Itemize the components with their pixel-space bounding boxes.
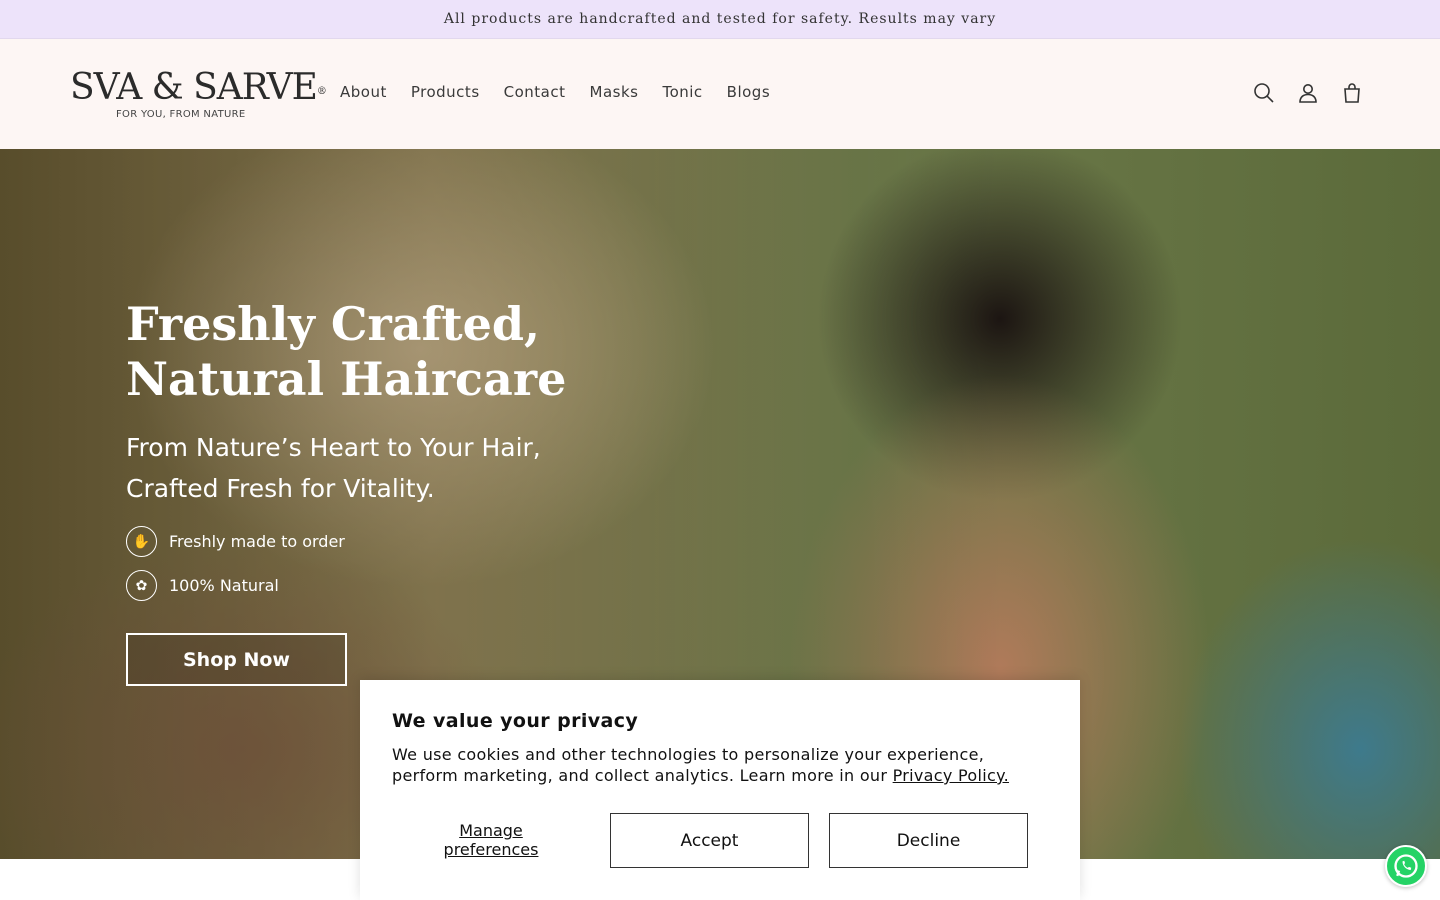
consent-title: We value your privacy xyxy=(392,710,639,732)
logo-tagline: FOR YOU, FROM NATURE xyxy=(116,109,246,120)
manage-preferences-button[interactable]: Manage preferences xyxy=(392,813,590,867)
hero-title: Freshly Crafted, Natural Haircare xyxy=(126,297,567,406)
shop-now-button[interactable]: Shop Now xyxy=(126,633,347,686)
site-header: SVA & SARVE® FOR YOU, FROM NATURE About … xyxy=(0,39,1440,149)
logo-wordmark: SVA & SARVE® xyxy=(70,67,327,108)
decline-button[interactable]: Decline xyxy=(829,813,1028,868)
whatsapp-chat-button[interactable] xyxy=(1385,845,1427,887)
nav-tonic[interactable]: Tonic xyxy=(662,83,702,101)
accept-button[interactable]: Accept xyxy=(610,813,809,868)
feature-label: Freshly made to order xyxy=(169,532,345,551)
feature-natural: ✿ 100% Natural xyxy=(126,570,279,601)
announcement-bar: All products are handcrafted and tested … xyxy=(0,0,1440,39)
consent-body: We use cookies and other technologies to… xyxy=(392,745,1009,785)
privacy-policy-link[interactable]: Privacy Policy. xyxy=(893,766,1009,785)
announcement-text: All products are handcrafted and tested … xyxy=(443,11,997,27)
nav-masks[interactable]: Masks xyxy=(590,83,639,101)
feature-fresh: ✋ Freshly made to order xyxy=(126,526,345,557)
main-nav: About Products Contact Masks Tonic Blogs xyxy=(340,83,770,101)
account-icon[interactable] xyxy=(1296,81,1320,105)
nav-blogs[interactable]: Blogs xyxy=(727,83,770,101)
feature-label: 100% Natural xyxy=(169,576,279,595)
cart-icon[interactable] xyxy=(1340,81,1364,105)
whatsapp-icon xyxy=(1394,854,1418,878)
header-icons xyxy=(1252,81,1364,105)
hero-subtitle: From Nature’s Heart to Your Hair, Crafted… xyxy=(126,433,541,503)
hand-leaf-icon: ✋ xyxy=(126,526,157,557)
lotus-icon: ✿ xyxy=(126,570,157,601)
logo[interactable]: SVA & SARVE® FOR YOU, FROM NATURE xyxy=(70,67,327,125)
nav-products[interactable]: Products xyxy=(411,83,480,101)
nav-about[interactable]: About xyxy=(340,83,387,101)
cookie-consent-dialog: We value your privacy We use cookies and… xyxy=(360,680,1080,900)
search-icon[interactable] xyxy=(1252,81,1276,105)
nav-contact[interactable]: Contact xyxy=(504,83,566,101)
